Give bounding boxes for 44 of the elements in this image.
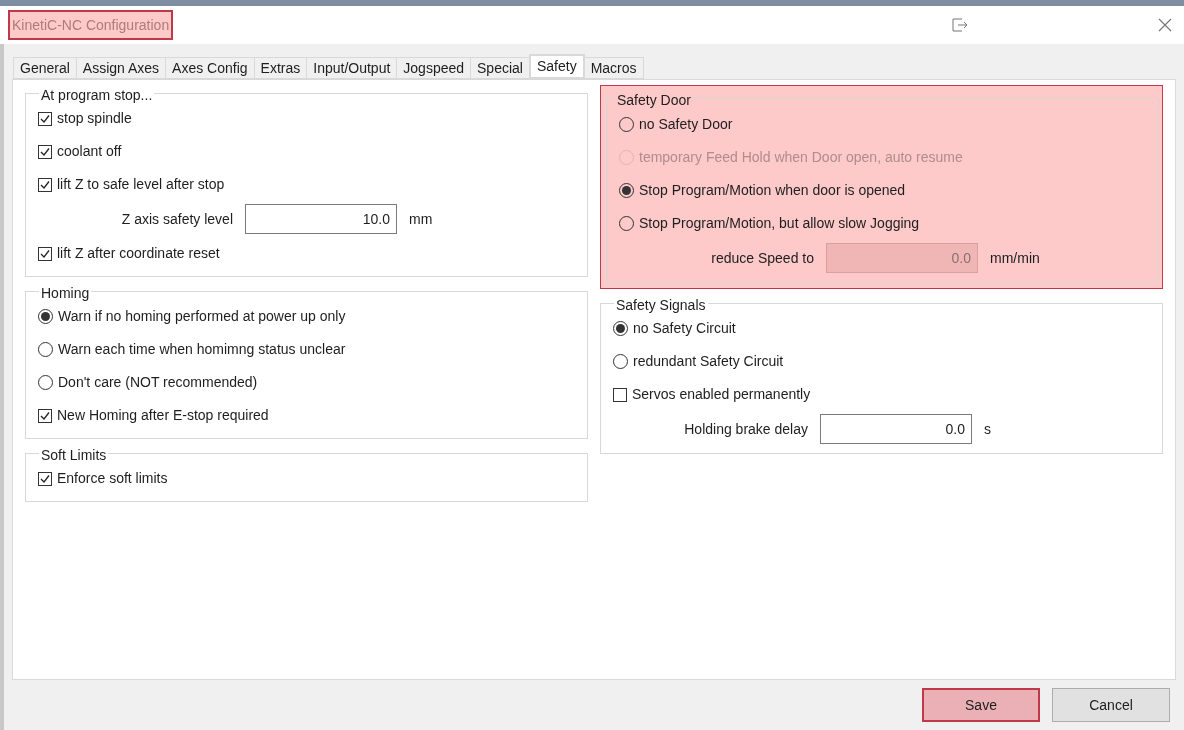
checkbox[interactable] (38, 471, 52, 486)
tab[interactable]: Jogspeed (396, 57, 472, 79)
unit-label: mm (409, 209, 433, 229)
checkbox-label: Servos enabled permanently (632, 385, 811, 404)
tab[interactable]: Axes Config (165, 57, 255, 79)
radio-label: no Safety Door (639, 115, 733, 134)
field-label: reduce Speed to (710, 248, 814, 268)
checkbox-label: coolant off (57, 142, 122, 161)
dialog-button[interactable]: Save (922, 688, 1040, 722)
field-label: Holding brake delay (683, 419, 808, 439)
dialog-button[interactable]: Cancel (1052, 688, 1170, 722)
window-title: KinetiC-NC Configuration (8, 10, 174, 40)
unit-label: mm/min (990, 248, 1040, 268)
checkbox-label: lift Z to safe level after stop (57, 175, 225, 194)
radio-label: Don't care (NOT recommended) (58, 373, 258, 392)
checkbox-label: lift Z after coordinate reset (57, 244, 220, 263)
checkbox[interactable] (38, 144, 52, 159)
field-label: Z axis safety level (120, 209, 233, 229)
tab[interactable]: Assign Axes (75, 57, 167, 79)
checkbox[interactable] (38, 408, 52, 423)
radio-label: Warn if no homing performed at power up only (58, 307, 346, 326)
radio-label: temporary Feed Hold when Door open, auto resume (639, 148, 963, 167)
tab[interactable]: General (13, 57, 77, 79)
tab[interactable]: Safety (528, 54, 585, 79)
number-field[interactable]: 0.0 (820, 414, 972, 444)
checkbox[interactable] (38, 246, 52, 261)
radio-label: Stop Program/Motion when door is opened (639, 181, 906, 200)
unit-label: s (984, 419, 991, 439)
checkbox[interactable] (613, 387, 627, 402)
tab[interactable]: Extras (253, 57, 308, 79)
checkbox[interactable] (38, 111, 52, 126)
radio-label: Stop Program/Motion, but allow slow Jogging (639, 214, 920, 233)
checkbox[interactable] (38, 177, 52, 192)
tab[interactable]: Macros (583, 57, 644, 79)
tab[interactable]: Input/Output (306, 57, 398, 79)
radio-label: Warn each time when homimng status unclear (58, 340, 346, 359)
tab[interactable]: Special (470, 57, 530, 79)
checkbox-label: Enforce soft limits (57, 469, 168, 488)
radio-label: no Safety Circuit (633, 319, 736, 338)
checkbox-label: New Homing after E-stop required (57, 406, 269, 425)
radio-label: redundant Safety Circuit (633, 352, 784, 371)
checkbox-label: stop spindle (57, 109, 132, 128)
number-field[interactable]: 10.0 (245, 204, 397, 234)
close-icon[interactable] (1158, 18, 1172, 32)
